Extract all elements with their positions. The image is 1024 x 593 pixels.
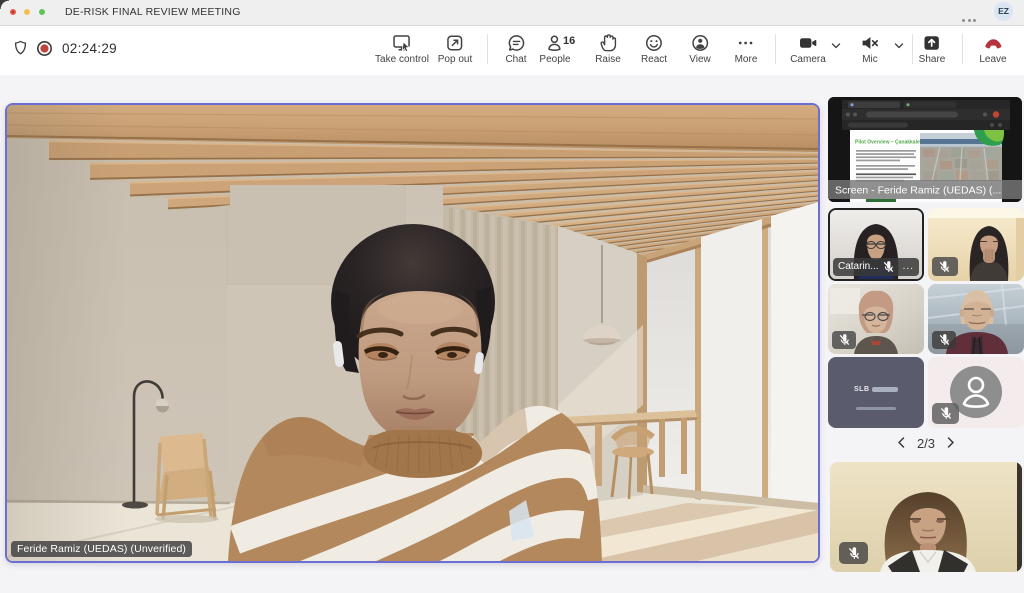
svg-text:Screen - Feride Ramiz (UEDAS): Screen - Feride Ramiz (UEDAS) (... [835,185,1001,197]
